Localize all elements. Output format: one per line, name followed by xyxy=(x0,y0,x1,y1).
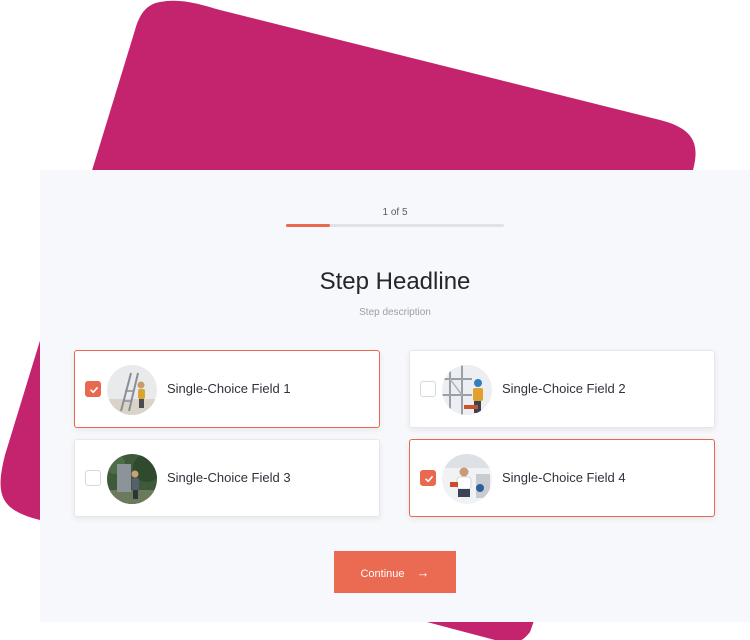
worker-on-ladder-photo xyxy=(107,365,157,415)
arrow-right-icon: → xyxy=(416,564,430,580)
progress-bar xyxy=(286,224,504,227)
check-icon xyxy=(425,476,433,483)
option-label: Single-Choice Field 2 xyxy=(502,381,626,396)
choice-option-4[interactable]: Single-Choice Field 4 xyxy=(409,439,715,517)
option-checkbox[interactable] xyxy=(420,381,436,397)
tradesman-kneeling-photo xyxy=(442,454,492,504)
option-checkbox[interactable] xyxy=(420,470,436,486)
scaffolding-worker-photo xyxy=(442,365,492,415)
continue-button[interactable]: Continue → xyxy=(334,551,456,593)
choice-option-3[interactable]: Single-Choice Field 3 xyxy=(74,439,380,517)
option-label: Single-Choice Field 4 xyxy=(502,470,626,485)
choice-option-1[interactable]: Single-Choice Field 1 xyxy=(74,350,380,428)
page: 1 of 5 Step Headline Step description Si… xyxy=(0,0,750,640)
option-label: Single-Choice Field 3 xyxy=(167,470,291,485)
step-counter: 1 of 5 xyxy=(382,207,408,218)
option-checkbox[interactable] xyxy=(85,470,101,486)
choice-option-2[interactable]: Single-Choice Field 2 xyxy=(409,350,715,428)
option-checkbox[interactable] xyxy=(85,381,101,397)
garden-worker-photo xyxy=(107,454,157,504)
progress-bar-fill xyxy=(286,224,330,227)
continue-button-label: Continue xyxy=(360,567,405,580)
option-label: Single-Choice Field 1 xyxy=(167,381,291,396)
check-icon xyxy=(90,387,98,394)
step-description: Step description xyxy=(359,307,431,318)
step-headline: Step Headline xyxy=(319,268,471,295)
form-card: 1 of 5 Step Headline Step description Si… xyxy=(40,170,750,622)
